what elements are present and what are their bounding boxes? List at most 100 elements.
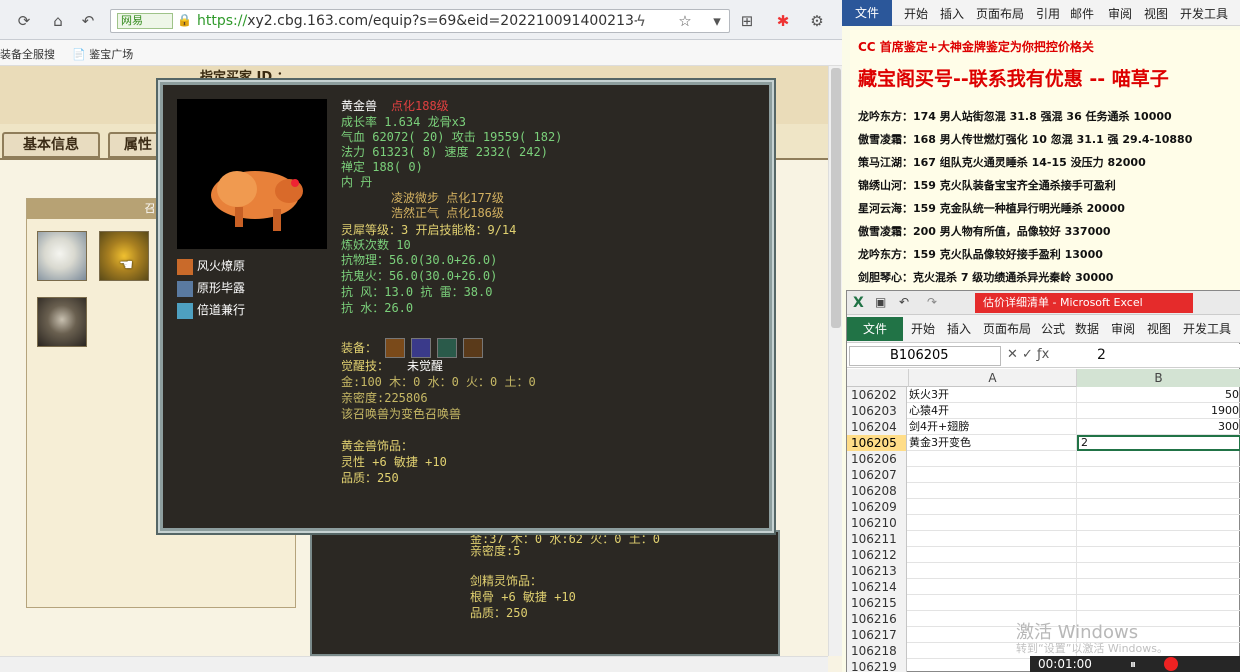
row-number[interactable]: 106212 [847, 547, 907, 563]
cell-b[interactable]: 50 [1077, 387, 1240, 403]
cell-a[interactable] [909, 547, 1077, 563]
word-tab[interactable]: 视图 [1144, 5, 1168, 22]
lightning-icon[interactable]: ϟ [630, 10, 652, 32]
row-number[interactable]: 106204 [847, 419, 907, 435]
back-icon[interactable]: ↶ [78, 11, 98, 31]
equip-slot-icon[interactable] [411, 338, 431, 358]
excel-tab[interactable]: 开发工具 [1183, 320, 1231, 337]
cell-a[interactable] [909, 563, 1077, 579]
word-tab[interactable]: 审阅 [1108, 5, 1132, 22]
word-tab[interactable]: 邮件 [1070, 5, 1094, 22]
formula-value[interactable]: 2 [1097, 347, 1106, 363]
row-number[interactable]: 106203 [847, 403, 907, 419]
row-number[interactable]: 106217 [847, 627, 907, 643]
scroll-thumb[interactable] [831, 68, 841, 328]
fx-icon[interactable]: ✕ ✓ ƒx [1007, 347, 1049, 362]
tab-attributes[interactable]: 属性 [108, 132, 168, 158]
excel-file-tab[interactable]: 文件 [847, 317, 903, 341]
excel-tab[interactable]: 数据 [1075, 320, 1099, 337]
row-number[interactable]: 106219 [847, 659, 907, 672]
cell-a[interactable] [909, 579, 1077, 595]
cell-a[interactable] [909, 483, 1077, 499]
home-icon[interactable]: ⌂ [48, 11, 68, 31]
skill-item[interactable]: 风火燎原 [177, 257, 245, 275]
bookmark-item[interactable]: 📄 鉴宝广场 [72, 46, 133, 62]
cell-b[interactable]: 2 [1077, 435, 1240, 451]
cell-a[interactable] [909, 515, 1077, 531]
excel-tab[interactable]: 视图 [1147, 320, 1171, 337]
stop-record-icon[interactable] [1164, 657, 1178, 671]
column-header-b[interactable]: B [1077, 369, 1240, 387]
cell-a[interactable] [909, 595, 1077, 611]
cell-b[interactable] [1077, 595, 1240, 611]
row-number[interactable]: 106218 [847, 643, 907, 659]
excel-tab[interactable]: 审阅 [1111, 320, 1135, 337]
skill-item[interactable]: 倍道兼行 [177, 301, 245, 319]
cell-a[interactable] [909, 499, 1077, 515]
polar-bear-pet-icon[interactable] [37, 231, 87, 281]
cell-b[interactable] [1077, 547, 1240, 563]
undo-icon[interactable]: ↶ [899, 295, 909, 309]
row-number[interactable]: 106206 [847, 451, 907, 467]
equip-slot-icon[interactable] [385, 338, 405, 358]
row-number[interactable]: 106211 [847, 531, 907, 547]
save-icon[interactable]: ▣ [875, 295, 886, 309]
word-tab[interactable]: 引用 [1036, 5, 1060, 22]
row-number[interactable]: 106216 [847, 611, 907, 627]
url-text[interactable]: https://xy2.cbg.163.com/equip?s=69&eid=2… [197, 13, 637, 29]
cell-a[interactable]: 心猿4开 [909, 403, 1077, 419]
cell-a[interactable] [909, 467, 1077, 483]
cell-b[interactable] [1077, 563, 1240, 579]
row-number[interactable]: 106208 [847, 483, 907, 499]
column-header-a[interactable]: A [909, 369, 1077, 387]
row-number[interactable]: 106210 [847, 515, 907, 531]
row-number[interactable]: 106205 [847, 435, 907, 451]
row-number[interactable]: 106207 [847, 467, 907, 483]
row-number[interactable]: 106209 [847, 499, 907, 515]
bookmark-item[interactable]: 装备全服搜 [0, 46, 55, 62]
horizontal-scrollbar[interactable] [0, 656, 828, 672]
cell-b[interactable] [1077, 531, 1240, 547]
wolf-pet-icon[interactable] [37, 297, 87, 347]
equip-slot-icon[interactable] [437, 338, 457, 358]
word-tab[interactable]: 开发工具 [1180, 5, 1228, 22]
row-number[interactable]: 106214 [847, 579, 907, 595]
word-tab[interactable]: 开始 [904, 5, 928, 22]
pause-icon[interactable]: ⏸ [1130, 656, 1136, 672]
cell-a[interactable]: 黄金3开变色 [909, 435, 1077, 451]
equip-slot-icon[interactable] [463, 338, 483, 358]
cell-a[interactable]: 剑4开+翅膀 [909, 419, 1077, 435]
tab-basic-info[interactable]: 基本信息 [2, 132, 100, 158]
cell-a[interactable] [909, 451, 1077, 467]
extension-icon[interactable]: ✱ [772, 10, 794, 32]
settings-icon[interactable]: ⚙ [806, 10, 828, 32]
row-number[interactable]: 106213 [847, 563, 907, 579]
cell-a[interactable]: 妖火3开 [909, 387, 1077, 403]
cell-b[interactable]: 300 [1077, 419, 1240, 435]
word-tab[interactable]: 页面布局 [976, 5, 1024, 22]
cell-a[interactable] [909, 531, 1077, 547]
cell-b[interactable] [1077, 451, 1240, 467]
cell-b[interactable] [1077, 579, 1240, 595]
excel-tab[interactable]: 页面布局 [983, 320, 1031, 337]
vertical-scrollbar[interactable] [828, 66, 842, 656]
word-file-tab[interactable]: 文件 [842, 0, 892, 26]
cell-b[interactable] [1077, 467, 1240, 483]
row-number[interactable]: 106215 [847, 595, 907, 611]
row-number[interactable]: 106202 [847, 387, 907, 403]
cell-b[interactable] [1077, 483, 1240, 499]
skill-item[interactable]: 原形毕露 [177, 279, 245, 297]
excel-tab[interactable]: 开始 [911, 320, 935, 337]
star-icon[interactable]: ☆ [674, 10, 696, 32]
redo-icon[interactable]: ↷ [927, 295, 937, 309]
name-box[interactable]: B106205 [849, 346, 1001, 366]
cell-b[interactable] [1077, 499, 1240, 515]
grid-icon[interactable]: ⊞ [736, 10, 758, 32]
cell-b[interactable] [1077, 515, 1240, 531]
excel-tab[interactable]: 插入 [947, 320, 971, 337]
reload-icon[interactable]: ⟳ [14, 11, 34, 31]
dropdown-icon[interactable]: ▾ [706, 10, 728, 32]
excel-tab[interactable]: 公式 [1041, 320, 1065, 337]
corner-cell[interactable] [847, 369, 909, 387]
cell-b[interactable]: 1900 [1077, 403, 1240, 419]
